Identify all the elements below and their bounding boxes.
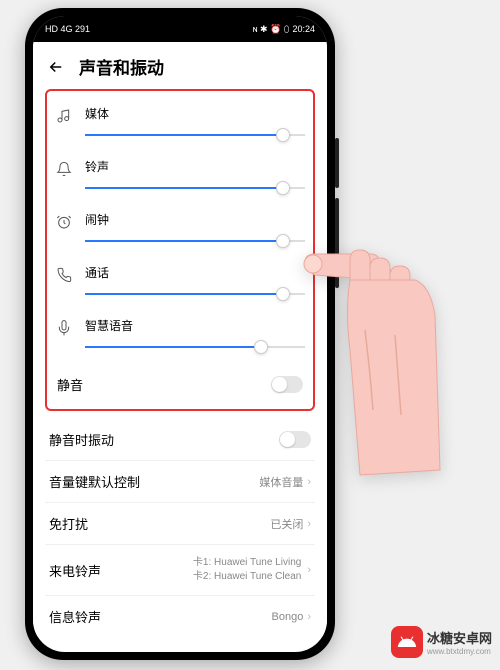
ringtone-label: 铃声 xyxy=(85,158,305,175)
volume-key-row[interactable]: 音量键默认控制 媒体音量 › xyxy=(45,461,315,503)
pointing-hand-illustration xyxy=(295,240,445,485)
status-time: 20:24 xyxy=(292,24,315,34)
phone-frame: HD 4G 291 ɴ ✱ ⏰ ⬯ 20:24 声音和振动 xyxy=(25,8,335,660)
watermark: 冰糖安卓网 www.btxtdmy.com xyxy=(391,626,492,658)
alarm-slider[interactable] xyxy=(85,234,305,248)
page-header: 声音和振动 xyxy=(33,42,327,89)
vibrate-label: 静音时振动 xyxy=(49,430,114,449)
voice-label: 智慧语音 xyxy=(85,317,305,334)
sms-value: Bongo xyxy=(272,611,304,623)
dnd-label: 免打扰 xyxy=(49,514,88,533)
mute-label: 静音 xyxy=(57,375,83,394)
phone-screen: HD 4G 291 ɴ ✱ ⏰ ⬯ 20:24 声音和振动 xyxy=(33,16,327,652)
alarm-label: 闹钟 xyxy=(85,211,305,228)
status-indicators: ɴ ✱ ⏰ ⬯ xyxy=(253,24,290,35)
status-left-icons: HD 4G 291 xyxy=(45,24,90,34)
back-icon[interactable] xyxy=(47,58,65,76)
ringtone-slider[interactable] xyxy=(85,181,305,195)
sms-label: 信息铃声 xyxy=(49,607,101,626)
phone-icon xyxy=(55,266,73,284)
incoming-line2: 卡2: Huawei Tune Clean xyxy=(193,570,301,584)
settings-content: 媒体 铃声 xyxy=(33,89,327,637)
chevron-right-icon: › xyxy=(307,518,311,530)
page-title: 声音和振动 xyxy=(79,54,164,79)
dnd-row[interactable]: 免打扰 已关闭 › xyxy=(45,503,315,545)
microphone-icon xyxy=(55,319,73,337)
incoming-label: 来电铃声 xyxy=(49,561,101,580)
vibrate-on-mute-row[interactable]: 静音时振动 xyxy=(45,419,315,461)
dnd-value: 已关闭 xyxy=(270,516,303,532)
chevron-right-icon: › xyxy=(307,611,311,623)
alarm-clock-icon xyxy=(55,213,73,231)
voice-slider[interactable] xyxy=(85,340,305,354)
music-note-icon xyxy=(55,107,73,125)
watermark-logo-icon xyxy=(391,626,423,658)
media-slider[interactable] xyxy=(85,128,305,142)
mute-row[interactable]: 静音 xyxy=(53,364,307,405)
volume-sliders-section: 媒体 铃声 xyxy=(45,89,315,411)
sms-ringtone-row[interactable]: 信息铃声 Bongo › xyxy=(45,596,315,637)
voice-volume-row: 智慧语音 xyxy=(53,311,307,364)
watermark-text: 冰糖安卓网 www.btxtdmy.com xyxy=(427,628,492,656)
chevron-right-icon: › xyxy=(307,564,311,576)
ringtone-volume-row: 铃声 xyxy=(53,152,307,205)
call-volume-row: 通话 xyxy=(53,258,307,311)
alarm-volume-row: 闹钟 xyxy=(53,205,307,258)
status-signal-text: HD 4G 291 xyxy=(45,24,90,34)
media-volume-row: 媒体 xyxy=(53,99,307,152)
phone-volume-button xyxy=(335,138,339,188)
volume-key-label: 音量键默认控制 xyxy=(49,472,140,491)
incoming-line1: 卡1: Huawei Tune Living xyxy=(193,556,301,570)
call-slider[interactable] xyxy=(85,287,305,301)
call-label: 通话 xyxy=(85,264,305,281)
media-label: 媒体 xyxy=(85,105,305,122)
status-right-icons: ɴ ✱ ⏰ ⬯ 20:24 xyxy=(253,24,315,35)
incoming-ringtone-row[interactable]: 来电铃声 卡1: Huawei Tune Living 卡2: Huawei T… xyxy=(45,545,315,596)
bell-icon xyxy=(55,160,73,178)
phone-notch xyxy=(145,16,215,30)
